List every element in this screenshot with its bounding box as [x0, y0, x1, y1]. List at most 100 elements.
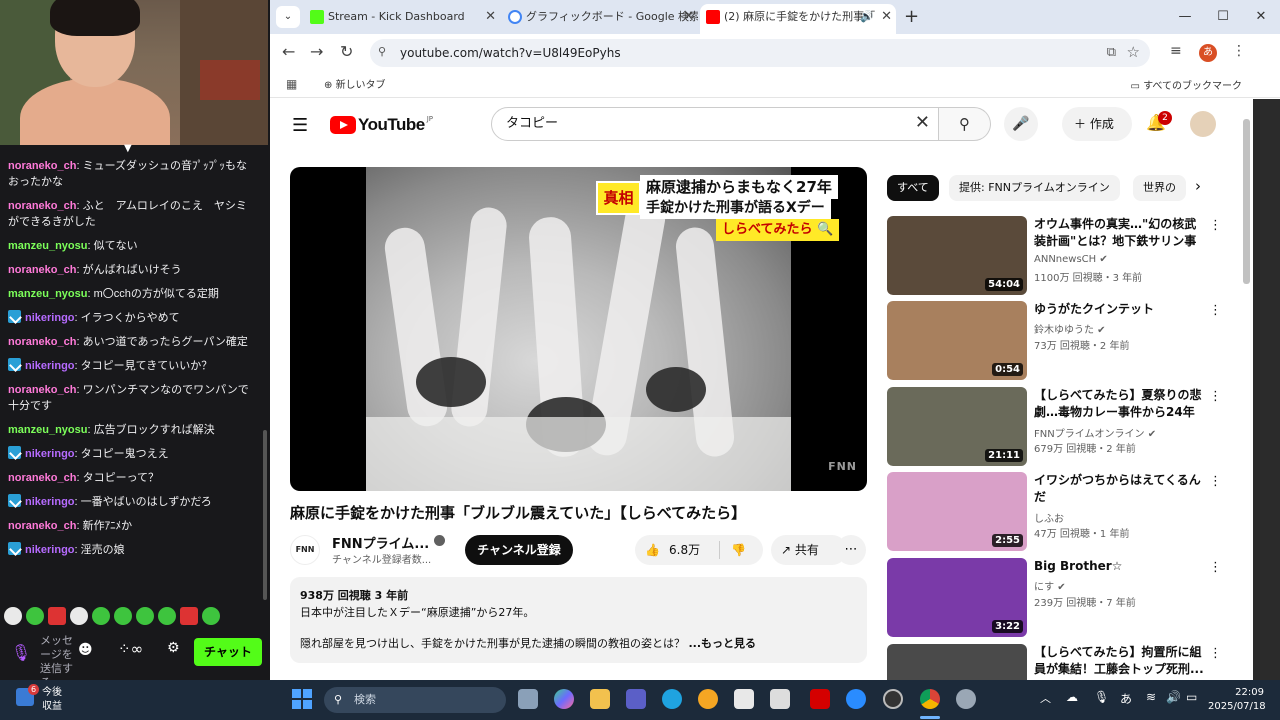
tab-search-button[interactable]: ⌄ [276, 6, 300, 28]
back-icon[interactable]: ← [282, 42, 295, 61]
app-icon[interactable] [770, 689, 790, 709]
video-thumbnail[interactable]: 0:54 [887, 301, 1027, 380]
like-count[interactable]: 6.8万 [669, 535, 700, 565]
chat-username[interactable]: nikeringo [25, 448, 75, 460]
app-icon[interactable] [698, 689, 718, 709]
emote-icon[interactable] [26, 607, 44, 625]
teams-icon[interactable] [626, 689, 646, 709]
close-window-icon[interactable]: ✕ [1242, 0, 1280, 34]
kebab-menu-icon[interactable]: ⋮ [1232, 43, 1246, 59]
address-bar[interactable]: ⚲ youtube.com/watch?v=U8l49EoPyhs ⧉ ☆ [370, 39, 1150, 67]
microphone-tray-icon[interactable]: 🎙 [1094, 690, 1109, 704]
search-icon[interactable]: ⚲ [939, 107, 991, 141]
recommendation-channel[interactable]: FNNプライムオンライン ✔ [1034, 425, 1156, 440]
clock[interactable]: 22:09 2025/07/18 [1208, 686, 1266, 714]
gear-icon[interactable]: ⚙ [167, 640, 180, 656]
edge-icon[interactable] [662, 689, 682, 709]
file-explorer-icon[interactable] [590, 689, 610, 709]
chip-world[interactable]: 世界の [1133, 175, 1186, 201]
chevron-down-icon[interactable]: ▼ [124, 143, 132, 154]
emote-icon[interactable] [48, 607, 66, 625]
close-icon[interactable]: ✕ [881, 4, 892, 30]
tab-kick-dashboard[interactable]: Stream - Kick Dashboard ✕ [304, 4, 500, 30]
store-icon[interactable] [734, 689, 754, 709]
obs-icon[interactable] [883, 689, 903, 709]
app-tray-icon[interactable]: ☁ [1066, 690, 1078, 704]
all-bookmarks-folder[interactable]: ▭ すべてのブックマーク [1130, 77, 1242, 92]
chat-username[interactable]: nikeringo [25, 544, 75, 556]
close-icon[interactable]: ✕ [683, 4, 694, 30]
recommendation-channel[interactable]: ANNnewsCH ✔ [1034, 254, 1108, 265]
recommendation-card[interactable]: 21:11 【しらべてみたら】夏祭りの悲劇…毒物カレー事件から24年 FNNプライム… [887, 387, 1232, 467]
recommendation-title[interactable]: 【しらべてみたら】拘置所に組員が集結！工藤会トップ死刑... [1034, 644, 1206, 678]
thumbs-down-icon[interactable]: 👎 [731, 535, 746, 565]
widgets-text[interactable]: 今後 収益 [42, 686, 62, 714]
battery-icon[interactable]: ▭ [1186, 690, 1197, 704]
kebab-menu-icon[interactable]: ⋮ [1209, 646, 1222, 661]
recommendation-title[interactable]: ゆうがたクインテット [1034, 301, 1206, 318]
chat-input[interactable]: メッセージを送信する [40, 634, 74, 680]
recommendation-title[interactable]: 【しらべてみたら】夏祭りの悲劇…毒物カレー事件から24年 [1034, 387, 1206, 421]
settings-icon[interactable] [956, 689, 976, 709]
copilot-icon[interactable] [554, 689, 574, 709]
volume-icon[interactable]: 🔊 [1166, 690, 1181, 704]
recommendation-title[interactable]: オウム事件の真実…"幻の核武装計画"とは？地下鉄サリン事件... [1034, 216, 1206, 250]
windows-start-icon[interactable] [292, 689, 312, 709]
emote-icon[interactable] [4, 607, 22, 625]
chat-username[interactable]: nikeringo [25, 496, 75, 508]
youtube-logo[interactable]: YouTube JP [330, 115, 433, 135]
recommendation-channel[interactable]: 鈴木ゆゆうた ✔ [1034, 321, 1106, 336]
video-thumbnail[interactable]: 3:22 [887, 558, 1027, 637]
chat-username[interactable]: noraneko_ch [8, 160, 76, 172]
clear-search-icon[interactable]: ✕ [915, 112, 930, 133]
recommendation-card[interactable]: 54:04 オウム事件の真実…"幻の核武装計画"とは？地下鉄サリン事件... ANN… [887, 216, 1232, 296]
app-icon[interactable] [810, 689, 830, 709]
chat-username[interactable]: manzeu_nyosu [8, 424, 87, 436]
speaker-icon[interactable]: 🔊 [860, 4, 874, 30]
chat-username[interactable]: noraneko_ch [8, 336, 76, 348]
emote-icon[interactable] [92, 607, 110, 625]
kebab-menu-icon[interactable]: ⋮ [1209, 303, 1222, 318]
reload-icon[interactable]: ↻ [340, 42, 353, 61]
chat-username[interactable]: manzeu_nyosu [8, 240, 87, 252]
video-thumbnail[interactable] [887, 644, 1027, 680]
media-control-icon[interactable]: ≡ [1170, 43, 1182, 59]
task-view-icon[interactable] [518, 689, 538, 709]
emote-icon[interactable] [114, 607, 132, 625]
maximize-icon[interactable]: ☐ [1204, 0, 1242, 34]
description-box[interactable]: 938万 回視聴 3 年前 日本中が注目したＸデー“麻原逮捕”から27年。 隠れ… [290, 577, 867, 663]
chat-username[interactable]: nikeringo [25, 360, 75, 372]
account-avatar[interactable] [1190, 111, 1216, 137]
bookmark-new-tab[interactable]: ⊕ 新しいタブ [324, 76, 386, 91]
recommendation-title[interactable]: Big Brother☆ [1034, 558, 1206, 575]
chat-username[interactable]: noraneko_ch [8, 264, 76, 276]
show-more-link[interactable]: ...もっと見る [689, 637, 757, 650]
taskbar-search-input[interactable]: ⚲ 検索 [324, 687, 506, 713]
channel-name[interactable]: FNNプライム... [332, 533, 429, 552]
video-thumbnail[interactable]: 2:55 [887, 472, 1027, 551]
tray-overflow-icon[interactable]: ︿ [1040, 690, 1051, 706]
chat-username[interactable]: noraneko_ch [8, 472, 76, 484]
emoji-icon[interactable]: ☻ [78, 642, 93, 658]
subscribe-button[interactable]: チャンネル登録 [465, 535, 573, 565]
kebab-menu-icon[interactable]: ⋮ [1209, 218, 1222, 233]
kebab-menu-icon[interactable]: ⋮ [1209, 389, 1222, 404]
recommendation-channel[interactable]: にす ✔ [1034, 578, 1066, 593]
emote-icon[interactable] [158, 607, 176, 625]
search-input[interactable]: タコピー ✕ [491, 107, 939, 141]
video-player[interactable]: 真相 麻原逮捕からまもなく27年 手錠かけた刑事が語るXデー しらべてみたら 🔍… [290, 167, 867, 491]
chat-username[interactable]: manzeu_nyosu [8, 288, 87, 300]
video-thumbnail[interactable]: 54:04 [887, 216, 1027, 295]
kebab-menu-icon[interactable]: ⋮ [1209, 560, 1222, 575]
infinity-icon[interactable]: ⁘∞ [118, 640, 143, 658]
onedrive-icon[interactable] [846, 689, 866, 709]
url-text[interactable]: youtube.com/watch?v=U8l49EoPyhs [400, 39, 621, 67]
chat-username[interactable]: noraneko_ch [8, 520, 76, 532]
chip-all[interactable]: すべて [887, 175, 939, 201]
recommendation-card[interactable]: 【しらべてみたら】拘置所に組員が集結！工藤会トップ死刑... ⋮ [887, 644, 1232, 680]
page-scrollbar[interactable] [1243, 119, 1250, 284]
new-tab-button[interactable]: + [904, 6, 919, 27]
chat-scrollbar[interactable] [263, 430, 267, 600]
tab-youtube[interactable]: (2) 麻原に手錠をかけた刑事「 🔊 ✕ [700, 4, 896, 34]
channel-avatar[interactable]: FNN [290, 535, 320, 565]
